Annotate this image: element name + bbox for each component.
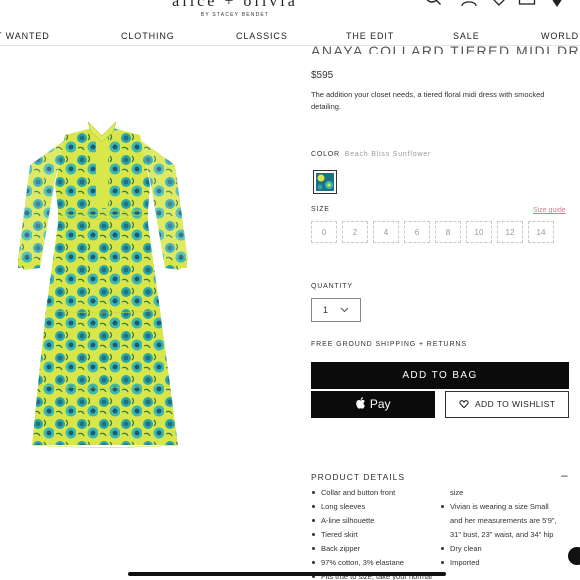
header-icons — [420, 0, 580, 12]
color-label-row: COLOR Beach Bliss Sunflower — [311, 151, 431, 158]
account-icon[interactable] — [460, 0, 478, 8]
add-to-bag-button[interactable]: ADD TO BAG — [311, 362, 569, 389]
home-indicator — [128, 572, 446, 576]
shipping-note: FREE GROUND SHIPPING + RETURNS — [311, 341, 467, 348]
product-title: ANAYA COLLARD TIERED MIDI DRESS — [311, 43, 580, 54]
chat-icon[interactable] — [566, 545, 580, 567]
mail-icon[interactable] — [518, 0, 536, 8]
color-value: Beach Bliss Sunflower — [344, 151, 432, 158]
size-label: SIZE — [311, 206, 330, 213]
location-pin-icon[interactable] — [548, 0, 566, 8]
detail-item: Vivian is wearing a size Small — [440, 500, 557, 514]
size-option-6[interactable]: 6 — [404, 221, 430, 243]
product-details-heading[interactable]: PRODUCT DETAILS — [311, 472, 405, 482]
detail-item: Imported — [440, 556, 557, 570]
detail-item: Tiered skirt — [311, 528, 432, 542]
search-icon[interactable] — [424, 0, 442, 8]
product-image — [18, 121, 188, 448]
details-list-right: size Vivian is wearing a size Small and … — [440, 486, 557, 570]
product-description: The addition your closet needs, a tiered… — [311, 90, 545, 111]
wishlist-heart-icon[interactable] — [490, 0, 508, 8]
quantity-label: QUANTITY — [311, 283, 353, 290]
brand-name: alice + olivia — [172, 0, 298, 10]
color-swatch[interactable] — [313, 170, 337, 194]
add-to-wishlist-button[interactable]: ADD TO WISHLIST — [445, 391, 569, 418]
details-list-left: Collar and button front Long sleeves A-l… — [311, 486, 432, 580]
size-option-14[interactable]: 14 — [528, 221, 554, 243]
apple-pay-label: Pay — [369, 397, 391, 411]
detail-item: 31" bust, 23" waist, and 34" hip — [450, 530, 554, 539]
nav-item-clothing[interactable]: CLOTHING — [121, 31, 175, 41]
size-option-12[interactable]: 12 — [497, 221, 523, 243]
color-label: COLOR — [311, 151, 340, 158]
detail-item: Collar and button front — [311, 486, 432, 500]
apple-pay-button[interactable]: Pay — [311, 391, 435, 418]
quantity-select[interactable]: 1 — [311, 298, 361, 322]
detail-item: 97% cotton, 3% elastane — [311, 556, 432, 570]
details-collapse-toggle[interactable]: – — [561, 468, 568, 482]
size-option-8[interactable]: 8 — [435, 221, 461, 243]
size-option-10[interactable]: 10 — [466, 221, 492, 243]
detail-item: and her measurements are 5'9", — [450, 516, 557, 525]
nav-item-classics[interactable]: CLASSICS — [236, 31, 288, 41]
detail-item: Back zipper — [311, 542, 432, 556]
size-option-0[interactable]: 0 — [311, 221, 337, 243]
product-price: $595 — [311, 70, 334, 81]
detail-item: A-line silhouette — [311, 514, 432, 528]
chevron-down-icon — [340, 307, 349, 313]
size-options: 0 2 4 6 8 10 12 14 — [311, 221, 573, 243]
brand-logo[interactable]: alice + olivia BY STACEY BENDET — [0, 0, 470, 18]
detail-item: Dry clean — [440, 542, 557, 556]
size-option-2[interactable]: 2 — [342, 221, 368, 243]
heart-icon — [459, 400, 469, 409]
detail-item: Long sleeves — [311, 500, 432, 514]
swatch-pattern — [316, 173, 334, 191]
size-option-4[interactable]: 4 — [373, 221, 399, 243]
apple-logo-icon — [356, 397, 366, 409]
brand-subtitle: BY STACEY BENDET — [200, 12, 270, 18]
detail-item: size — [450, 488, 464, 497]
wishlist-label: ADD TO WISHLIST — [474, 399, 556, 409]
size-guide-link[interactable]: Size guide — [533, 207, 566, 214]
nav-item-most-wanted[interactable]: T WANTED — [0, 31, 50, 41]
quantity-value: 1 — [323, 305, 329, 315]
